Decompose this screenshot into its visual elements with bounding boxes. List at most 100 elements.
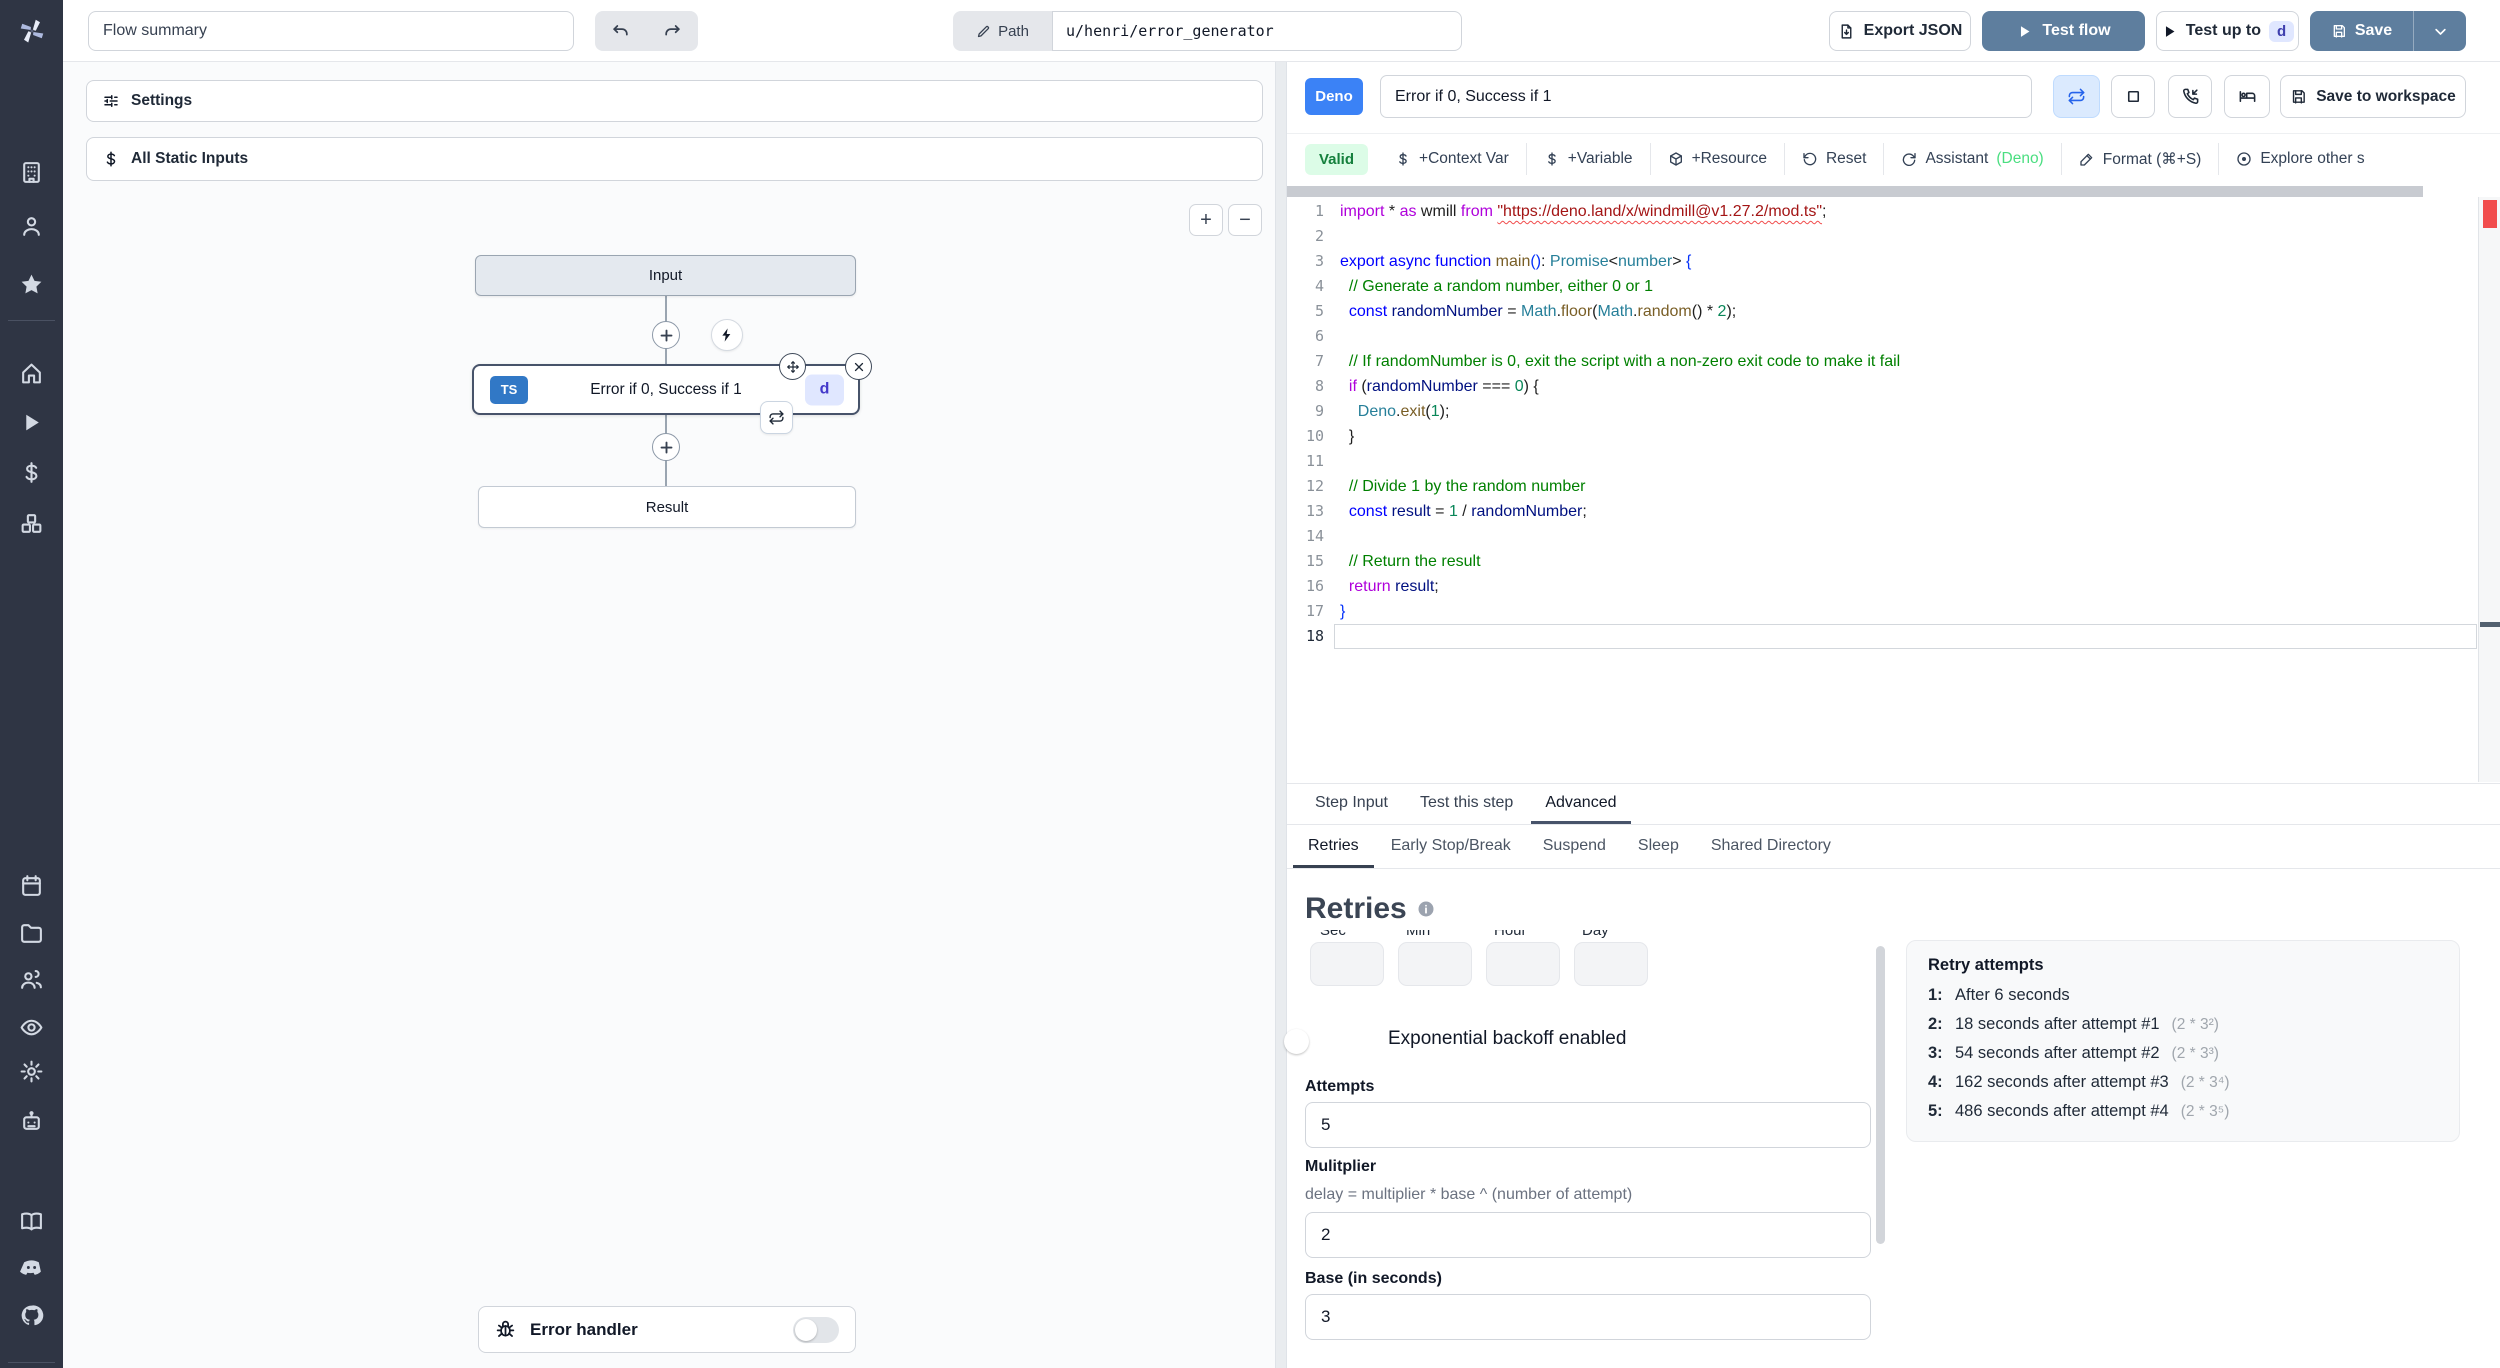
subtab-retries[interactable]: Retries: [1293, 826, 1374, 868]
toolbar--variable[interactable]: +Variable: [1527, 150, 1650, 168]
test-up-to-button[interactable]: Test up to d: [2156, 11, 2299, 51]
delete-step-button[interactable]: [845, 353, 872, 380]
test-flow-button[interactable]: Test flow: [1982, 11, 2145, 51]
toolbar-reset[interactable]: Reset: [1785, 150, 1884, 168]
sidebar-item-star[interactable]: [19, 272, 44, 297]
undo-button[interactable]: [595, 11, 647, 51]
path-chip: Path: [953, 11, 1052, 51]
dollar-icon: [1395, 151, 1411, 167]
multiplier-input[interactable]: 2: [1305, 1212, 1871, 1258]
time-input-hour[interactable]: [1486, 942, 1560, 986]
cursor-marker: [2480, 622, 2500, 627]
sidebar-item-boxes[interactable]: [19, 511, 44, 536]
toolbar--resource[interactable]: +Resource: [1651, 150, 1784, 168]
tab-step-input[interactable]: Step Input: [1301, 784, 1402, 824]
export-json-button[interactable]: Export JSON: [1829, 11, 1971, 51]
settings-button[interactable]: Settings: [86, 80, 1263, 122]
result-node[interactable]: Result: [478, 486, 856, 528]
save-dropdown-button[interactable]: [2414, 11, 2466, 51]
retry-attempt-formula: (2 * 3⁴): [2180, 1074, 2230, 1091]
time-input-min[interactable]: [1398, 942, 1472, 986]
retry-attempt-number: 3:: [1928, 1044, 1943, 1062]
move-icon: [786, 360, 799, 373]
toolbar-assistant[interactable]: Assistant (Deno): [1884, 150, 2060, 168]
multiplier-help: delay = multiplier * base ^ (number of a…: [1305, 1186, 1633, 1203]
zoom-out-button[interactable]: −: [1228, 204, 1262, 236]
sidebar-item-calendar[interactable]: [19, 873, 44, 898]
retries-loop-icon: [2067, 87, 2086, 106]
trigger-button[interactable]: [711, 319, 743, 351]
add-step-button[interactable]: [652, 433, 680, 461]
export-json-label: Export JSON: [1863, 22, 1963, 39]
line-number: 11: [1305, 452, 1324, 470]
sidebar-item-github[interactable]: [19, 1303, 44, 1328]
sidebar-item-home[interactable]: [19, 361, 44, 386]
sidebar-item-gear[interactable]: [19, 1059, 44, 1084]
phone-incoming-toggle-button[interactable]: [2168, 75, 2212, 118]
error-handler-box[interactable]: Error handler: [478, 1306, 856, 1353]
error-handler-toggle[interactable]: [793, 1316, 839, 1343]
input-node[interactable]: Input: [475, 255, 856, 296]
sidebar-item-play[interactable]: [19, 410, 44, 435]
info-icon[interactable]: [1417, 900, 1435, 918]
line-number: 7: [1314, 352, 1324, 370]
code-line: // Divide 1 by the random number: [1340, 478, 1586, 495]
sidebar-item-book[interactable]: [19, 1209, 44, 1234]
retry-indicator-button[interactable]: [760, 401, 793, 434]
add-step-button[interactable]: [652, 321, 680, 349]
sidebar-item-building[interactable]: [19, 160, 44, 185]
sidebar-item-folder[interactable]: [19, 921, 44, 946]
sidebar-item-users[interactable]: [19, 967, 44, 992]
editor-overview-ruler[interactable]: [2478, 197, 2500, 782]
tab-advanced[interactable]: Advanced: [1531, 784, 1631, 824]
step-name-input[interactable]: Error if 0, Success if 1: [1380, 75, 2032, 118]
save-button-group: Save: [2310, 11, 2466, 51]
subtab-shared-directory[interactable]: Shared Directory: [1696, 826, 1846, 868]
windmill-logo[interactable]: [0, 0, 63, 62]
line-number: 4: [1314, 277, 1324, 295]
stop-square-toggle-button[interactable]: [2111, 75, 2155, 118]
move-step-button[interactable]: [779, 353, 806, 380]
toolbar-format-s-[interactable]: Format (⌘+S): [2062, 150, 2219, 169]
explore-icon: [2236, 151, 2252, 167]
sidebar-item-person[interactable]: [19, 214, 44, 239]
subtab-early-stop-break[interactable]: Early Stop/Break: [1376, 826, 1526, 868]
sidebar-item-eye[interactable]: [19, 1015, 44, 1040]
retry-attempt-text: 486 seconds after attempt #4: [1955, 1102, 2169, 1120]
toolbar-item-label: Explore other s: [2260, 150, 2365, 167]
top-bar: Flow summary Path u/henri/error_generato…: [0, 0, 2500, 62]
toolbar--context-var[interactable]: +Context Var: [1378, 150, 1526, 168]
undo-icon: [611, 22, 630, 41]
retry-attempt-row: 1: After 6 seconds: [1928, 986, 2438, 1015]
plus-icon: [660, 329, 672, 341]
play-icon: [2016, 23, 2033, 40]
tab-test-this-step[interactable]: Test this step: [1406, 784, 1527, 824]
code-line: Deno.exit(1);: [1357, 403, 1450, 420]
bed-toggle-button[interactable]: [2224, 75, 2270, 118]
toolbar-explore-other-s[interactable]: Explore other s: [2219, 150, 2381, 168]
all-static-inputs-button[interactable]: All Static Inputs: [86, 137, 1263, 181]
redo-button[interactable]: [647, 11, 699, 51]
save-button[interactable]: Save: [2310, 11, 2414, 51]
path-input[interactable]: u/henri/error_generator: [1052, 11, 1462, 51]
attempts-input[interactable]: 5: [1305, 1102, 1871, 1148]
scrollbar-thumb[interactable]: [1876, 946, 1885, 1244]
subtab-suspend[interactable]: Suspend: [1528, 826, 1621, 868]
sidebar-item-dollar[interactable]: [19, 460, 44, 485]
test-flow-label: Test flow: [2042, 22, 2111, 39]
save-to-workspace-button[interactable]: Save to workspace: [2280, 75, 2466, 118]
line-number: 6: [1314, 327, 1324, 345]
panel-splitter[interactable]: [1275, 62, 1287, 1368]
line-number: 1: [1314, 202, 1324, 220]
sidebar-item-robot[interactable]: [19, 1109, 44, 1134]
editor-drag-handle[interactable]: [1287, 186, 2423, 197]
time-input-sec[interactable]: [1310, 942, 1384, 986]
retries-title: Retries: [1305, 892, 1407, 925]
subtab-sleep[interactable]: Sleep: [1623, 826, 1694, 868]
base-input[interactable]: 3: [1305, 1294, 1871, 1340]
flow-summary-input[interactable]: Flow summary: [88, 11, 574, 51]
time-input-day[interactable]: [1574, 942, 1648, 986]
zoom-in-button[interactable]: +: [1189, 204, 1223, 236]
retries-loop-toggle-button[interactable]: [2053, 75, 2100, 118]
sidebar-item-discord[interactable]: [19, 1255, 44, 1280]
